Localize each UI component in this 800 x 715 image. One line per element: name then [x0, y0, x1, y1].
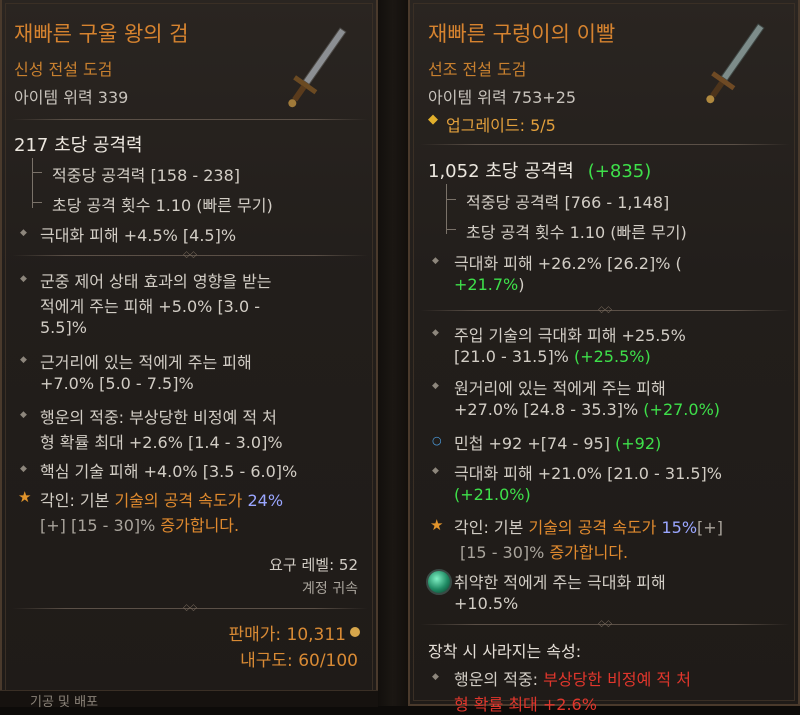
sword-icon — [288, 27, 347, 108]
cut-off-label: 기공 및 배포 — [30, 695, 99, 710]
aspect-line-2: [+] [15 - 30]% 증가합니다. — [40, 516, 240, 535]
bullet-diamond-icon: ◆ — [20, 355, 27, 365]
bullet-diamond-icon: ◆ — [20, 464, 27, 474]
divider — [12, 119, 368, 120]
item-subtitle: 신성 전설 도검 — [14, 60, 113, 79]
bullet-diamond-icon: ◆ — [20, 274, 27, 284]
upgrade-diamond-icon: ◆ — [428, 112, 438, 127]
bullet-diamond-icon: ◆ — [432, 381, 439, 391]
affix-line: 행운의 적중: 부상당한 비정예 적 처 — [40, 408, 277, 427]
affix-line: 5.5]% — [40, 318, 87, 337]
upgrade-count: 업그레이드: 5/5 — [446, 116, 556, 135]
divider: ◇◇ — [12, 603, 368, 613]
item-subtitle: 선조 전설 도검 — [428, 60, 527, 79]
stat-tree-line — [32, 158, 33, 208]
affix-line: 핵심 기술 피해 +4.0% [3.5 - 6.0]% — [40, 462, 298, 481]
stat-tree-line — [446, 184, 447, 234]
divider — [420, 144, 790, 145]
affix-line: 적에게 주는 피해 +5.0% [3.0 - — [40, 297, 260, 316]
affix-line: 민첩 +92 +[74 - 95] (+92) — [454, 434, 662, 453]
panel-gap — [378, 0, 408, 706]
aspect-line-1: 각인: 기본 기술의 공격 속도가 24% — [40, 491, 284, 510]
required-level: 요구 레벨: 52 — [269, 556, 358, 574]
crit-damage-line-2: +21.7%) — [454, 275, 525, 294]
affix-line: 군중 제어 상태 효과의 영향을 받는 — [40, 272, 272, 291]
bottom-strip: 기공 및 배포 — [0, 690, 378, 710]
crit-damage-line-1: 극대화 피해 +26.2% [26.2]% ( — [454, 254, 682, 273]
affix-line: +27.0% [24.8 - 35.3]% (+27.0%) — [454, 400, 721, 419]
bullet-diamond-icon: ◆ — [432, 256, 439, 266]
gem-icon — [426, 569, 452, 595]
lost-affix-line: 형 확률 최대 +2.6% — [454, 695, 597, 714]
aspect-line-1: 각인: 기본 기술의 공격 속도가 15%[+] — [454, 518, 723, 537]
gem-line-1: 취약한 적에게 주는 극대화 피해 — [454, 573, 666, 592]
sell-price: 판매가: 10,311 — [228, 625, 346, 645]
divider: ◇◇ — [420, 619, 790, 629]
divider: ◇◇ — [12, 250, 368, 260]
bullet-diamond-icon: ◆ — [20, 410, 27, 420]
item-power: 아이템 위력 339 — [14, 88, 129, 107]
item-title: 재빠른 구렁이의 이빨 — [428, 22, 616, 46]
affix-line: [21.0 - 31.5]% (+25.5%) — [454, 347, 651, 366]
durability: 내구도: 60/100 — [240, 651, 358, 671]
lost-affixes-header: 장착 시 사라지는 속성: — [428, 642, 582, 661]
divider: ◇◇ — [420, 305, 790, 315]
affix-line: 형 확률 최대 +2.6% [1.4 - 3.0]% — [40, 433, 283, 452]
affix-line: 주입 기술의 극대화 피해 +25.5% — [454, 326, 686, 345]
hit-damage: 적중당 공격력 [158 - 238] — [52, 166, 240, 185]
sword-icon — [706, 23, 765, 104]
account-bound: 계정 귀속 — [302, 581, 358, 597]
bullet-diamond-icon: ◆ — [432, 466, 439, 476]
bullet-diamond-icon: ◆ — [432, 328, 439, 338]
affix-line: +7.0% [5.0 - 7.5]% — [40, 374, 194, 393]
affix-line: 원거리에 있는 적에게 주는 피해 — [454, 379, 666, 398]
bullet-diamond-icon: ◆ — [20, 228, 27, 238]
attack-speed: 초당 공격 횟수 1.10 (빠른 무기) — [52, 196, 273, 215]
affix-line: (+21.0%) — [454, 485, 531, 504]
hit-damage: 적중당 공격력 [766 - 1,148] — [466, 193, 670, 212]
affix-line: 극대화 피해 +21.0% [21.0 - 31.5]% — [454, 464, 722, 483]
dps: 1,052 초당 공격력 (+835) — [428, 161, 652, 182]
gold-coin-icon — [350, 627, 360, 637]
gem-line-2: +10.5% — [454, 594, 519, 613]
affix-line: 근거리에 있는 적에게 주는 피해 — [40, 353, 252, 372]
tooltip-right: 재빠른 구렁이의 이빨 선조 전설 도검 아이템 위력 753+25 ◆ 업그레… — [408, 0, 800, 714]
star-icon: ★ — [430, 516, 444, 534]
attack-speed: 초당 공격 횟수 1.10 (빠른 무기) — [466, 223, 687, 242]
ring-bullet-icon: ○ — [432, 434, 442, 447]
item-power: 아이템 위력 753+25 — [428, 88, 577, 107]
item-title: 재빠른 구울 왕의 검 — [14, 22, 189, 46]
bullet-diamond-icon: ◆ — [432, 672, 439, 682]
aspect-line-2: [15 - 30]% 증가합니다. — [460, 543, 629, 562]
star-icon: ★ — [18, 488, 32, 506]
crit-damage: 극대화 피해 +4.5% [4.5]% — [40, 226, 237, 245]
tooltip-left: 재빠른 구울 왕의 검 신성 전설 도검 아이템 위력 339 217 초당 공… — [0, 0, 378, 706]
lost-affix-line: 행운의 적중: 부상당한 비정예 적 처 — [454, 670, 691, 689]
dps: 217 초당 공격력 — [14, 135, 143, 156]
